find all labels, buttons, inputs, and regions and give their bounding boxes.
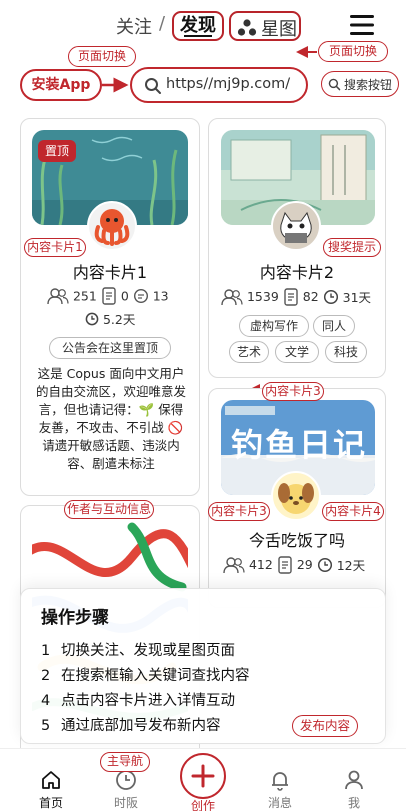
tag-item[interactable]: 同人 xyxy=(313,315,355,337)
docs-count: 29 xyxy=(296,557,313,572)
card-title: 今舌吃饭了吗 xyxy=(248,531,345,550)
avatar[interactable] xyxy=(271,201,321,251)
tag-item[interactable]: 文学 xyxy=(275,341,319,363)
comment-icon xyxy=(133,288,148,304)
time-value: 12天 xyxy=(336,558,366,573)
avatar[interactable] xyxy=(87,201,137,251)
clock-icon xyxy=(317,557,332,572)
clock-icon xyxy=(85,312,99,325)
document-icon xyxy=(278,555,292,574)
clock-icon xyxy=(323,289,338,304)
search-button-label: 搜索按钮 xyxy=(344,78,393,92)
tag-item[interactable]: 虚构写作 xyxy=(239,315,309,337)
document-icon xyxy=(102,287,116,305)
search-value: https//mj9p.com/ xyxy=(166,76,291,92)
followers-icon xyxy=(223,556,245,573)
search-icon xyxy=(328,78,341,91)
step-item: 4 点击内容卡片进入详情互动 xyxy=(41,693,235,709)
search-icon xyxy=(145,78,161,94)
annotation-content-card-1: 内容卡片1 xyxy=(24,238,86,257)
nav-home-label: 首页 xyxy=(38,796,63,810)
content-card-1[interactable]: 置顶 内容卡片1 251 0 13 5.2天 公告会在这里置顶 这是 Copus… xyxy=(20,118,200,496)
time-value: 5.2天 xyxy=(102,312,136,327)
card-body-text: 这是 Copus 面向中文用户的自由交流区，欢迎唯意发言，但也请记得：🌱 保得友… xyxy=(35,366,186,471)
followers-count: 412 xyxy=(248,557,273,572)
nav-profile-label: 我 xyxy=(347,796,360,810)
document-icon xyxy=(284,287,298,306)
annotation-main-nav: 主导航 xyxy=(100,752,150,772)
step-item: 1 切换关注、发现或星图页面 xyxy=(41,643,235,659)
tag-item[interactable]: 艺术 xyxy=(229,341,269,363)
install-app-button[interactable]: 安装App xyxy=(20,69,102,101)
time-value: 31天 xyxy=(342,290,372,305)
bottom-navigation: 首页 时阪 创作 消息 我 xyxy=(0,748,406,811)
comments-count: 13 xyxy=(152,288,169,304)
annotation-page-switch-right: 页面切换 xyxy=(318,41,388,62)
avatar[interactable] xyxy=(271,471,321,521)
annotation-content-card-4: 内容卡片4 xyxy=(322,502,384,521)
followers-icon xyxy=(221,288,243,305)
step-item: 5 通过底部加号发布新内容 xyxy=(41,718,221,734)
nav-messages[interactable]: 消息 xyxy=(250,749,310,811)
search-input[interactable]: https//mj9p.com/ xyxy=(130,67,308,103)
docs-count: 0 xyxy=(120,288,129,304)
annotation-content-card-3-top: 内容卡片3 xyxy=(262,382,324,401)
search-button[interactable]: 搜索按钮 xyxy=(321,71,399,97)
person-icon xyxy=(345,770,363,790)
docs-count: 82 xyxy=(302,289,319,304)
followers-count: 1539 xyxy=(246,289,279,304)
card-title: 内容卡片2 xyxy=(259,263,335,282)
annotation-publish-content: 发布内容 xyxy=(292,715,358,737)
step-item: 2 在搜索框输入关键词查找内容 xyxy=(41,668,250,684)
annotation-page-switch-left: 页面切换 xyxy=(68,46,136,67)
clock-icon xyxy=(116,770,136,790)
card-title: 内容卡片1 xyxy=(72,263,148,282)
nav-messages-label: 消息 xyxy=(267,796,292,810)
nav-create-label: 创作 xyxy=(190,799,215,811)
annotation-search-tip: 搜奖提示 xyxy=(323,238,381,257)
followers-icon xyxy=(47,288,69,305)
card-stats: 251 0 13 xyxy=(47,287,169,305)
annotation-content-card-3-bottom: 内容卡片3 xyxy=(208,502,270,521)
followers-count: 251 xyxy=(72,288,97,304)
nav-timeline-label: 时阪 xyxy=(113,796,138,810)
card-time: 5.2天 xyxy=(85,309,135,328)
bell-icon xyxy=(272,772,288,791)
pinned-notice: 公告会在这里置顶 xyxy=(49,337,171,359)
nav-create[interactable]: 创作 xyxy=(173,749,233,811)
nav-home[interactable]: 首页 xyxy=(21,749,81,811)
steps-title: 操作步骤 xyxy=(41,608,109,628)
home-icon xyxy=(42,771,60,789)
card-stats: 412 29 12天 xyxy=(223,555,365,574)
annotation-author-interaction: 作者与互动信息 xyxy=(64,500,154,519)
nav-profile[interactable]: 我 xyxy=(324,749,384,811)
cover-title-text: 钓鱼日记 xyxy=(231,426,368,464)
pinned-badge: 置顶 xyxy=(38,140,76,162)
tag-item[interactable]: 科技 xyxy=(325,341,367,363)
plus-icon xyxy=(191,764,215,788)
content-card-3[interactable]: 钓鱼日记 今舌吃饭了吗 412 29 12天 xyxy=(208,388,386,608)
card-stats: 1539 82 31天 xyxy=(221,287,371,306)
